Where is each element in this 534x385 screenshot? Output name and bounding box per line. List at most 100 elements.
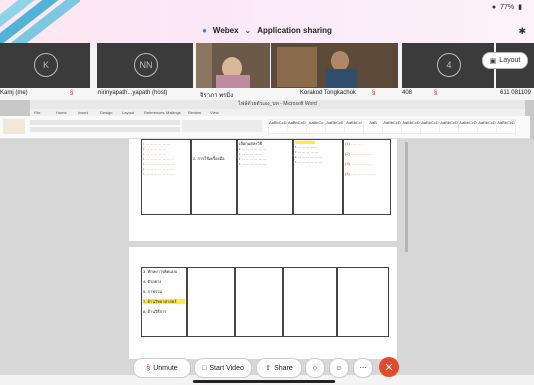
table-cell: 3. ทักษะการคิดแบบ 4. ตัวอย่าง 5. ภาพรวม … (141, 267, 187, 337)
participant-name: nirinyapath...yapath (host) (98, 90, 168, 96)
table-cell (337, 267, 389, 337)
word-window-title: ไฟล์ด้วยตัวเอง_บท - Microsoft Word (30, 100, 525, 109)
participant-name: จิราภา พรมิ่ง (200, 93, 234, 99)
start-video-button[interactable]: □ Start Video (194, 358, 252, 378)
unmute-label: Unmute (153, 364, 178, 372)
unmute-button[interactable]: § Unmute (133, 358, 191, 378)
ribbon-tab[interactable]: Home (56, 110, 67, 115)
bluetooth-icon: ✱ (518, 26, 526, 36)
ribbon-tab[interactable]: View (210, 110, 219, 115)
top-bar (0, 0, 534, 48)
avatar: NN (134, 53, 158, 77)
mic-muted-icon: § (434, 90, 438, 96)
style-gallery-item[interactable]: AaBbCcD (458, 119, 478, 134)
mic-muted-icon: § (70, 90, 74, 96)
participants-button[interactable]: ○ (305, 358, 325, 378)
avatar: 4 (437, 53, 461, 77)
style-gallery-item[interactable]: AaBbCcDc (287, 119, 308, 134)
table-cell: • ……… …… • ……… …… • ………… …… • ……… ……… (293, 139, 343, 215)
reactions-button[interactable]: ☺ (329, 358, 349, 378)
style-gallery-item[interactable]: AaBbCc (306, 119, 326, 134)
document-page: 3. ทักษะการคิดแบบ 4. ตัวอย่าง 5. ภาพรวม … (129, 247, 397, 359)
share-label: Share (274, 364, 293, 372)
close-icon: ✕ (384, 361, 394, 374)
mic-muted-icon: § (146, 364, 151, 372)
end-call-button[interactable]: ✕ (379, 357, 399, 377)
highlight-mark (295, 141, 315, 144)
style-gallery-item[interactable]: AaBbCcE (325, 119, 345, 134)
table-cell: • ………… …… • ……… …… • ……… …… • ………… ……… • ………… (141, 139, 191, 215)
share-button[interactable]: ⇧ Share (256, 358, 302, 378)
ribbon-tab[interactable]: Review (188, 110, 201, 115)
document-page: • ………… …… • ……… …… • ……… …… • ………… ……… • ………… (129, 139, 397, 241)
battery-percent: 77% (500, 3, 515, 11)
style-gallery-item[interactable]: AaBbCcDc (268, 119, 289, 134)
table-cell: 2. การใช้เครื่องมือ (191, 139, 237, 215)
style-gallery-item[interactable]: AaBbCcD (439, 119, 459, 134)
more-icon: ⋯ (359, 365, 367, 372)
cell-text: 4. ตัวอย่าง (143, 279, 162, 284)
sharing-title: Application sharing (257, 26, 332, 35)
start-video-label: Start Video (209, 364, 244, 372)
participant-name: Kamj (me) (0, 90, 28, 96)
ribbon-tab[interactable]: Layout (122, 110, 134, 115)
person-body (325, 69, 357, 89)
style-gallery-item[interactable]: AaBbCcD (496, 119, 516, 134)
cell-text: 2. การใช้เครื่องมือ (193, 156, 225, 161)
smile-icon: ☺ (335, 364, 343, 372)
style-gallery-item[interactable]: AaBbCcD (420, 119, 440, 134)
style-gallery-item[interactable]: AaBbCcl (344, 119, 364, 134)
cell-text: เลือกแต่ละวิธี (239, 141, 263, 146)
ribbon-tab[interactable]: Insert (78, 110, 88, 115)
participant-name: 611 081109 (500, 90, 531, 96)
avatar: K (34, 53, 58, 77)
cell-text: 5. ภาพรวม (143, 289, 162, 294)
paragraph-controls[interactable] (182, 120, 262, 132)
font-controls[interactable] (30, 120, 180, 125)
table-cell (283, 267, 337, 337)
doc-scrollbar[interactable] (405, 142, 408, 252)
person-icon: ○ (312, 364, 318, 372)
person-body (216, 75, 250, 89)
person-face (331, 51, 349, 71)
video-off-icon: □ (202, 364, 207, 372)
layout-label: Layout (499, 57, 521, 64)
table-cell (235, 267, 283, 337)
ribbon-tabs: File Home Insert Design Layout References Mail… (30, 109, 525, 116)
bookshelf (196, 43, 212, 89)
webex-icon: ● (202, 26, 207, 35)
cell-text: 3. ทักษะการคิดแบบ (143, 269, 178, 274)
mic-muted-icon: § (372, 90, 376, 96)
style-gallery-item[interactable]: AaBbCcD (382, 119, 402, 134)
paste-icon[interactable] (3, 119, 25, 134)
battery-icon: ▮ (518, 4, 522, 11)
style-gallery-item[interactable]: AaBbCcD (477, 119, 497, 134)
layout-button[interactable]: ▣ Layout (482, 52, 528, 69)
format-controls[interactable] (30, 127, 180, 132)
wifi-icon: ● (491, 3, 497, 11)
bookshelf (277, 47, 317, 87)
style-gallery-item[interactable]: AaB (363, 119, 383, 134)
table-cell (187, 267, 235, 337)
ribbon-tab[interactable]: Mailings (166, 110, 181, 115)
app-name: Webex (212, 26, 239, 35)
participant-names: Kamj (me) § nirinyapath...yapath (host) … (0, 88, 534, 100)
more-options-button[interactable]: ⋯ (353, 358, 373, 378)
window-title: ● Webex ⌄ Application sharing (0, 26, 534, 35)
home-indicator (193, 380, 335, 383)
ribbon-tab[interactable]: Design (100, 110, 112, 115)
ribbon-tab[interactable]: References (144, 110, 164, 115)
layout-icon: ▣ (489, 57, 497, 65)
decorative-stripes (0, 0, 80, 48)
share-icon: ⇧ (265, 365, 272, 372)
status-bar: ● 77% ▮ (491, 3, 522, 12)
ribbon-tab[interactable]: File (34, 110, 40, 115)
chevron-down-icon[interactable]: ⌄ (245, 26, 252, 35)
ribbon: AaBbCcDc AaBbCcDc AaBbCc AaBbCcE AaBbCcl AaB A… (0, 116, 530, 139)
table-cell: เลือกแต่ละวิธี • ………… …… • ……… …… • ………… ……… (237, 139, 293, 215)
participant-name: 408 (402, 90, 413, 96)
table-cell: (1) ……… (2) ……… …… (3) ……… …… (4) ……… ……… (343, 139, 391, 215)
participant-name: Korakod Tongkachok (300, 90, 356, 96)
cell-text: 8. ด้านวิธีการ (143, 309, 167, 314)
style-gallery-item[interactable]: AaBbCcD (401, 119, 421, 134)
